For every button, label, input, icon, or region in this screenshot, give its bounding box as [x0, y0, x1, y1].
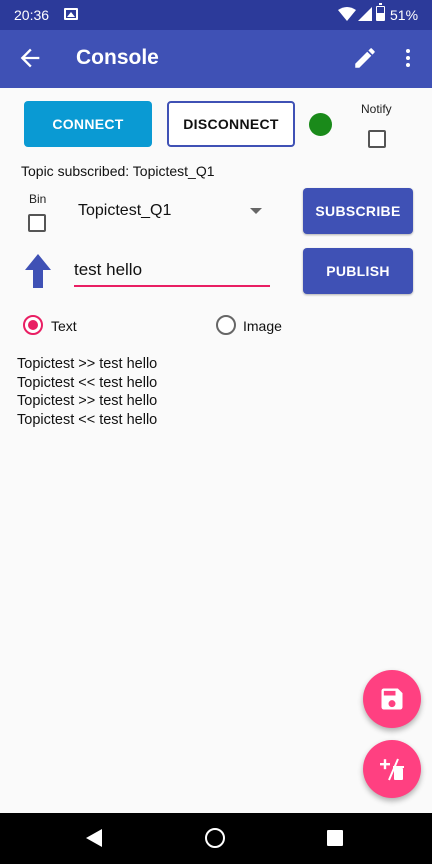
nav-recent-icon[interactable]: [327, 830, 343, 846]
connection-status-indicator: [309, 113, 332, 136]
save-icon: [381, 688, 403, 710]
log-line: Topictest << test hello: [17, 411, 158, 428]
clear-delete-icon: [380, 758, 404, 781]
log-line: Topictest << test hello: [17, 374, 158, 391]
clear-button[interactable]: [363, 740, 421, 798]
message-input[interactable]: [74, 255, 270, 287]
log-line: Topictest >> test hello: [17, 356, 158, 372]
wifi-icon: [338, 7, 356, 21]
battery-icon: [376, 3, 385, 21]
page-title: Console: [76, 46, 159, 69]
topic-status-text: Topic subscribed: Topictest_Q1: [21, 163, 215, 179]
log-line: Topictest >> test hello: [17, 393, 158, 409]
message-log: Topictest >> test hello Topictest << tes…: [17, 355, 157, 429]
menu-dot: [406, 56, 410, 60]
system-nav-bar: [0, 813, 432, 864]
dropdown-arrow-icon: [250, 208, 262, 214]
text-radio[interactable]: [23, 315, 43, 335]
save-button[interactable]: [363, 670, 421, 728]
bin-label: Bin: [29, 192, 47, 206]
nav-home-icon[interactable]: [205, 828, 225, 848]
image-icon: [64, 8, 78, 20]
pencil-icon[interactable]: [352, 44, 378, 72]
menu-dot: [406, 49, 410, 53]
nav-back-icon[interactable]: [86, 829, 102, 847]
app-bar: Console: [0, 30, 432, 88]
cellular-icon: [358, 7, 372, 21]
menu-dot: [406, 63, 410, 67]
more-vert-icon[interactable]: [398, 44, 418, 72]
subscribe-button[interactable]: SUBSCRIBE: [303, 188, 413, 234]
battery-percent: 51%: [390, 7, 419, 23]
notify-checkbox[interactable]: [368, 130, 386, 148]
notify-label: Notify: [361, 102, 392, 116]
status-time: 20:36: [14, 7, 50, 23]
text-radio-label: Text: [51, 318, 77, 334]
disconnect-button[interactable]: DISCONNECT: [167, 101, 295, 147]
image-radio[interactable]: [216, 315, 236, 335]
image-radio-label: Image: [243, 318, 282, 334]
status-bar: 20:36 51%: [0, 0, 432, 30]
topic-dropdown-value: Topictest_Q1: [78, 202, 172, 219]
publish-button[interactable]: PUBLISH: [303, 248, 413, 294]
arrow-back-icon[interactable]: [16, 44, 44, 72]
arrow-up-icon[interactable]: [25, 254, 51, 288]
topic-dropdown[interactable]: Topictest_Q1: [74, 194, 274, 228]
bin-checkbox[interactable]: [28, 214, 46, 232]
connect-button[interactable]: CONNECT: [24, 101, 152, 147]
